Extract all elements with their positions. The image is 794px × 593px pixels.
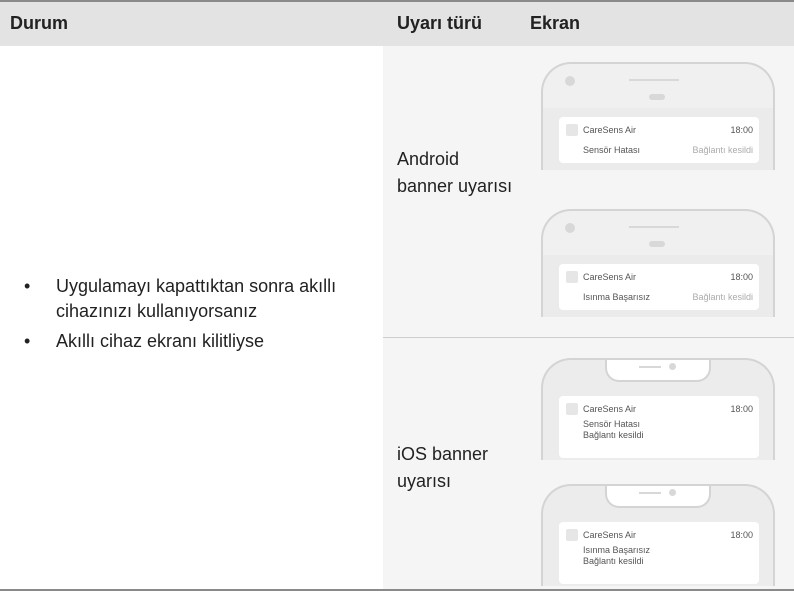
notification-banner: CareSens Air 18:00 Sensör Hatası Bağlant… — [559, 117, 759, 163]
header-uyari-turu: Uyarı türü — [397, 13, 483, 33]
app-icon — [566, 529, 578, 541]
condition-item: • Akıllı cihaz ekranı kilitliyse — [18, 329, 378, 354]
android-phone-illustration: CareSens Air 18:00 Isınma Başarısız Bağl… — [541, 209, 775, 317]
condition-text: Uygulamayı kapattıktan sonra akıllı ciha… — [56, 276, 337, 321]
notification-time: 18:00 — [730, 272, 753, 282]
header-durum: Durum — [10, 13, 68, 33]
table-bottom-border — [0, 589, 794, 591]
android-type-label: Android banner uyarısı — [397, 149, 513, 196]
bullet-icon: • — [24, 276, 31, 296]
phone-notch — [605, 360, 711, 382]
notification-status: Bağlantı kesildi — [692, 292, 753, 302]
home-indicator — [649, 94, 665, 100]
notification-time: 18:00 — [730, 530, 753, 540]
speaker-icon — [629, 79, 679, 81]
camera-icon — [565, 76, 575, 86]
home-indicator — [649, 241, 665, 247]
bullet-icon: • — [24, 331, 31, 351]
speaker-icon — [629, 226, 679, 228]
camera-icon — [565, 223, 575, 233]
camera-icon — [669, 363, 676, 370]
notification-app-name: CareSens Air — [583, 404, 637, 414]
table-header: Durum Uyarı türü Ekran — [0, 0, 794, 46]
phone-notch — [605, 486, 711, 508]
speaker-icon — [639, 492, 661, 494]
row-divider — [383, 337, 794, 338]
android-phone-illustration: CareSens Air 18:00 Sensör Hatası Bağlant… — [541, 62, 775, 170]
notification-banner: CareSens Air 18:00 Sensör Hatası Bağlant… — [559, 396, 759, 458]
header-ekran: Ekran — [530, 13, 581, 33]
notification-banner: CareSens Air 18:00 Isınma Başarısız Bağl… — [559, 522, 759, 584]
notification-status: Bağlantı kesildi — [583, 556, 644, 566]
notification-app-name: CareSens Air — [583, 272, 637, 282]
notification-app-name: CareSens Air — [583, 125, 637, 135]
notification-time: 18:00 — [730, 404, 753, 414]
notification-time: 18:00 — [730, 125, 753, 135]
app-icon — [566, 403, 578, 415]
ios-phone-illustration: CareSens Air 18:00 Sensör Hatası Bağlant… — [541, 358, 775, 460]
alert-table: Durum Uyarı türü Ekran • Uygulamayı kapat… — [0, 0, 794, 593]
camera-icon — [669, 489, 676, 496]
notification-message: Isınma Başarısız — [583, 292, 651, 302]
notification-app-name: CareSens Air — [583, 530, 637, 540]
notification-status: Bağlantı kesildi — [583, 430, 644, 440]
condition-text: Akıllı cihaz ekranı kilitliyse — [56, 331, 265, 351]
notification-message: Sensör Hatası — [583, 419, 641, 429]
app-icon — [566, 124, 578, 136]
app-icon — [566, 271, 578, 283]
speaker-icon — [639, 366, 661, 368]
condition-list: • Uygulamayı kapattıktan sonra akıllı cih… — [18, 274, 378, 359]
notification-banner: CareSens Air 18:00 Isınma Başarısız Bağl… — [559, 264, 759, 310]
ios-type-label: iOS banner uyarısı — [397, 444, 489, 491]
notification-status: Bağlantı kesildi — [692, 145, 753, 155]
condition-item: • Uygulamayı kapattıktan sonra akıllı cih… — [18, 274, 378, 324]
ios-phone-illustration: CareSens Air 18:00 Isınma Başarısız Bağl… — [541, 484, 775, 586]
notification-message: Sensör Hatası — [583, 145, 641, 155]
notification-message: Isınma Başarısız — [583, 545, 651, 555]
